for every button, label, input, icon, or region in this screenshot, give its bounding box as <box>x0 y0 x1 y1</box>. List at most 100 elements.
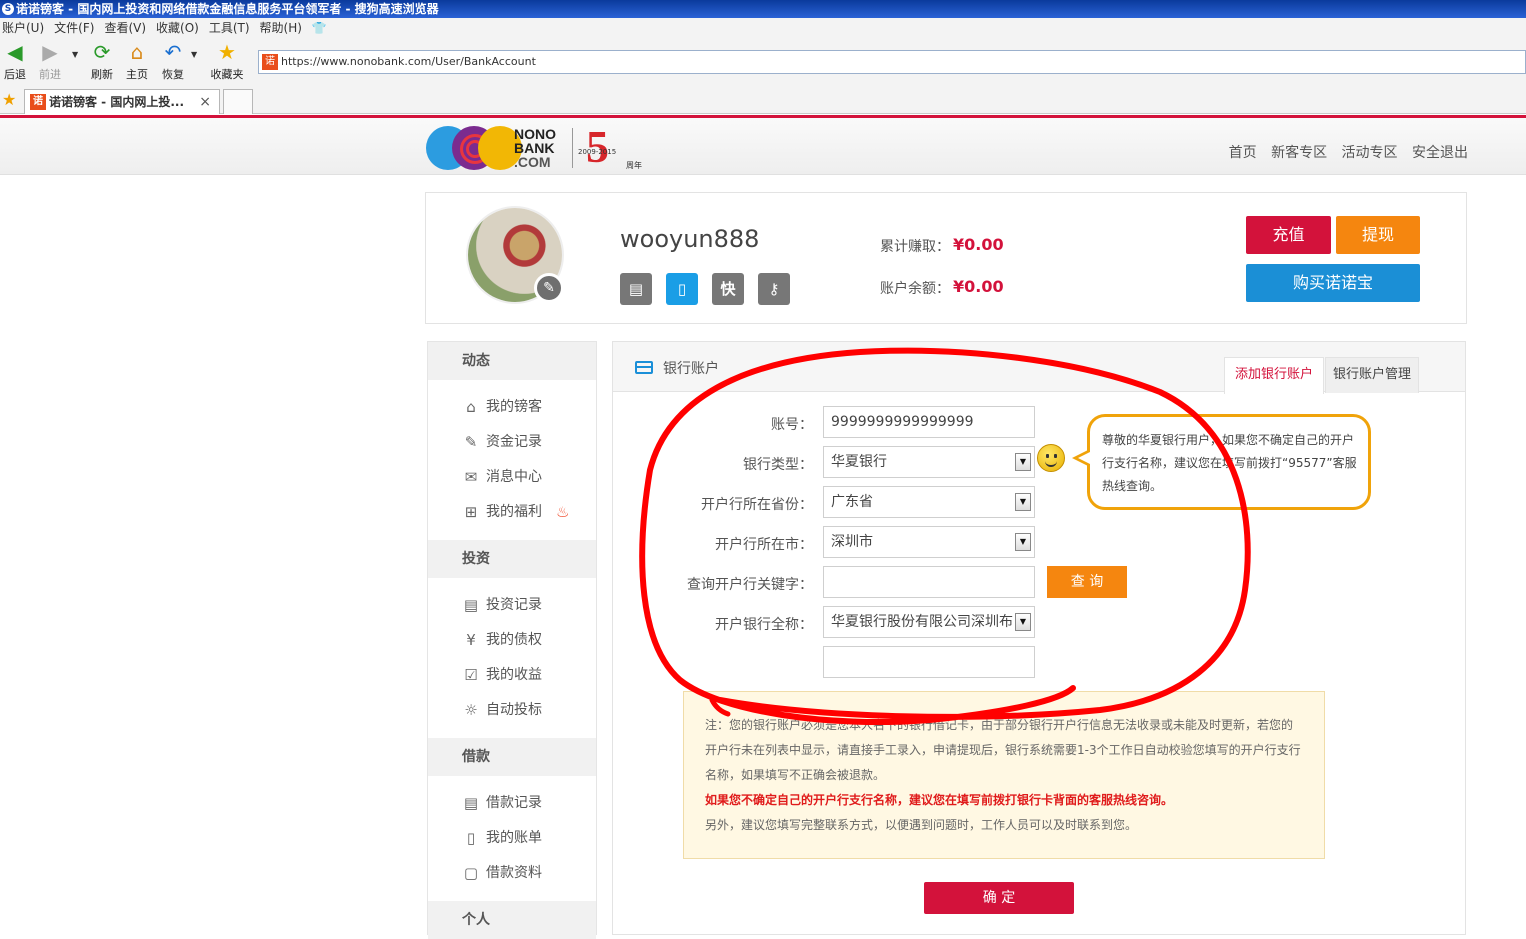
province-value: 广东省 <box>831 494 873 510</box>
favorites-star-icon[interactable]: ★ <box>2 90 16 109</box>
tab-add-bank-account[interactable]: 添加银行账户 <box>1224 357 1324 394</box>
new-tab-button[interactable] <box>223 89 253 114</box>
province-select[interactable]: 广东省 ▼ <box>823 486 1035 518</box>
gift-icon: ⊞ <box>464 503 478 521</box>
window-title: 诺诺镑客 - 国内网上投资和网络借款金融信息服务平台领军者 - 搜狗高速浏览器 <box>16 2 439 16</box>
restore-dropdown-icon[interactable]: ▼ <box>191 50 197 59</box>
nav-new-user[interactable]: 新客专区 <box>1271 145 1327 161</box>
bill-icon: ▯ <box>466 829 476 847</box>
sidebar-item-label: 我的债权 <box>486 632 542 648</box>
site-header: NONO BANK .COM 5 2009-2015 周年 首页 新客专区 活动… <box>0 118 1526 175</box>
recharge-button[interactable]: 充值 <box>1246 216 1331 254</box>
hot-flame-icon: ♨ <box>556 503 570 521</box>
chevron-down-icon[interactable]: ▼ <box>1015 453 1031 471</box>
browser-title-bar: S 诺诺镑客 - 国内网上投资和网络借款金融信息服务平台领军者 - 搜狗高速浏览… <box>0 0 1526 18</box>
account-number-input[interactable] <box>823 406 1035 438</box>
sidebar-item-my-claims[interactable]: ¥ 我的债权 <box>428 623 596 658</box>
sidebar-section-activity: 动态 <box>428 342 596 380</box>
logo-line2: BANK <box>514 140 555 156</box>
bank-full-name-select[interactable]: 华夏银行股份有限公司深圳布 ▼ <box>823 606 1035 638</box>
chevron-down-icon[interactable]: ▼ <box>1015 493 1031 511</box>
sidebar-item-my-bills[interactable]: ▯ 我的账单 <box>428 821 596 856</box>
sidebar-item-loan-records[interactable]: ▤ 借款记录 <box>428 786 596 821</box>
quick-pay-icon[interactable]: 快 <box>712 273 744 305</box>
withdraw-button[interactable]: 提现 <box>1336 216 1420 254</box>
menu-account[interactable]: 账户(U) <box>2 18 44 38</box>
balance-value: ¥0.00 <box>953 277 1004 296</box>
sidebar-item-my-account[interactable]: ⌂ 我的镑客 <box>428 390 596 425</box>
branch-keyword-input[interactable] <box>823 566 1035 598</box>
tab-manage-bank-accounts[interactable]: 银行账户管理 <box>1325 357 1419 393</box>
account-label: 账号： <box>771 417 813 433</box>
nav-events[interactable]: 活动专区 <box>1342 145 1398 161</box>
smiley-icon <box>1037 444 1065 472</box>
forward-arrow-icon: ▶ <box>42 40 58 64</box>
notice-warning: 如果您不确定自己的开户行支行名称，建议您在填写前拨打银行卡背面的客服热线咨询。 <box>705 793 1174 807</box>
restore-button[interactable]: ↶ 恢复 <box>155 40 191 82</box>
menu-help[interactable]: 帮助(H) <box>260 18 302 38</box>
menu-tools[interactable]: 工具(T) <box>209 18 250 38</box>
sidebar-item-welfare[interactable]: ⊞ 我的福利 ♨ <box>428 495 596 530</box>
chevron-down-icon[interactable]: ▼ <box>1015 533 1031 551</box>
menu-file[interactable]: 文件(F) <box>54 18 94 38</box>
phone-icon[interactable]: ▯ <box>666 273 698 305</box>
balance-label: 账户余额： <box>880 281 950 297</box>
bank-full-name-label: 开户银行全称： <box>715 617 813 633</box>
mail-icon: ✉ <box>464 468 478 486</box>
nav-home[interactable]: 首页 <box>1229 145 1257 161</box>
sidebar-item-my-earnings[interactable]: ☑ 我的收益 <box>428 658 596 693</box>
tab-favicon: 诺 <box>30 94 46 110</box>
back-button[interactable]: ◀ 后退 <box>0 40 33 82</box>
menu-bar: 账户(U) 文件(F) 查看(V) 收藏(O) 工具(T) 帮助(H) 👕 <box>0 18 1526 38</box>
confirm-button[interactable]: 确 定 <box>924 882 1074 914</box>
province-label: 开户行所在省份： <box>701 497 813 513</box>
tab-close-icon[interactable]: × <box>199 90 211 114</box>
tab-nonobank[interactable]: 诺 诺诺镑客 - 国内网上投... × <box>24 89 220 114</box>
refresh-button[interactable]: ⟳ 刷新 <box>84 40 120 82</box>
sidebar-section-personal: 个人 <box>428 901 596 939</box>
nonobank-logo[interactable]: NONO BANK .COM 5 2009-2015 周年 <box>426 121 656 172</box>
bank-account-panel: 银行账户 添加银行账户 银行账户管理 账号： 银行类型： 华夏银行 ▼ 尊敬的华… <box>612 341 1466 935</box>
chevron-down-icon[interactable]: ▼ <box>1015 613 1031 631</box>
key-icon[interactable]: ⚷ <box>758 273 790 305</box>
bank-hint-bubble: 尊敬的华夏银行用户，如果您不确定自己的开户行支行名称，建议您在填写前拨打“955… <box>1072 414 1371 510</box>
address-bar[interactable]: 诺 https://www.nonobank.com/User/BankAcco… <box>258 50 1526 74</box>
bank-card-icon <box>635 361 653 374</box>
nav-logout[interactable]: 安全退出 <box>1412 145 1468 161</box>
bank-type-label: 银行类型： <box>743 457 813 473</box>
ledger-icon: ✎ <box>464 433 478 451</box>
total-earned-label: 累计赚取： <box>880 239 950 255</box>
query-button[interactable]: 查 询 <box>1047 566 1127 598</box>
bank-type-select[interactable]: 华夏银行 ▼ <box>823 446 1035 478</box>
logo-text: NONO BANK .COM <box>514 127 556 169</box>
tab-title: 诺诺镑客 - 国内网上投... <box>49 95 185 109</box>
document-icon: ▤ <box>463 794 479 812</box>
sidebar-item-label: 我的收益 <box>486 667 542 683</box>
history-dropdown-icon[interactable]: ▼ <box>72 50 78 59</box>
skin-icon[interactable]: 👕 <box>312 18 327 38</box>
city-select[interactable]: 深圳市 ▼ <box>823 526 1035 558</box>
buy-nonobao-button[interactable]: 购买诺诺宝 <box>1246 264 1420 302</box>
sidebar-item-label: 自动投标 <box>486 702 542 718</box>
edit-avatar-icon[interactable]: ✎ <box>534 273 564 303</box>
back-arrow-icon: ◀ <box>7 40 23 64</box>
username: wooyun888 <box>620 225 760 253</box>
total-earned-value: ¥0.00 <box>953 235 1004 254</box>
menu-favorites[interactable]: 收藏(O) <box>156 18 199 38</box>
sidebar-item-fund-records[interactable]: ✎ 资金记录 <box>428 425 596 460</box>
favorites-button[interactable]: ★ 收藏夹 <box>205 40 249 82</box>
sidebar-item-messages[interactable]: ✉ 消息中心 <box>428 460 596 495</box>
sidebar-section-invest: 投资 <box>428 540 596 578</box>
star-icon: ★ <box>218 40 236 64</box>
sidebar-item-invest-records[interactable]: ▤ 投资记录 <box>428 588 596 623</box>
id-card-icon[interactable]: ▤ <box>620 273 652 305</box>
profile-card: ✎ wooyun888 ▤ ▯ 快 ⚷ 累计赚取： ¥0.00 账户余额： ¥0… <box>425 192 1467 324</box>
forward-button[interactable]: ▶ 前进 <box>32 40 68 82</box>
bank-branch-manual-input[interactable] <box>823 646 1035 678</box>
keyword-label: 查询开户行关键字： <box>687 577 813 593</box>
menu-view[interactable]: 查看(V) <box>104 18 146 38</box>
sidebar-item-loan-docs[interactable]: ▢ 借款资料 <box>428 856 596 891</box>
home-button[interactable]: ⌂ 主页 <box>119 40 155 82</box>
sidebar-item-auto-bid[interactable]: ☼ 自动投标 <box>428 693 596 728</box>
notice-box: 注：您的银行账户必须是您本人名下的银行借记卡，由于部分银行开户行信息无法收录或未… <box>683 691 1325 859</box>
